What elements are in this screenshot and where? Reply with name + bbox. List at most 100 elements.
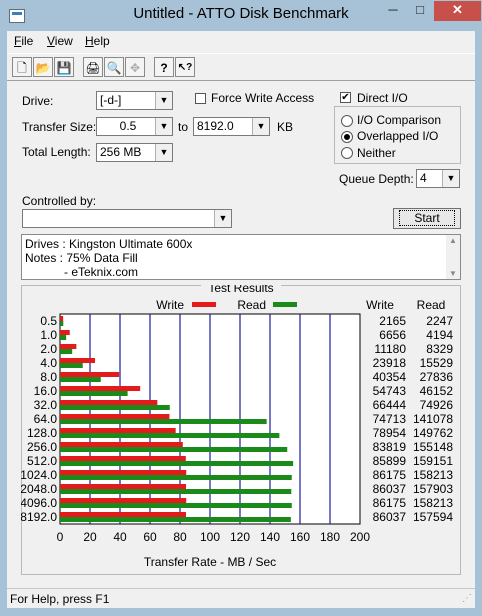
read-value: 15529	[420, 356, 454, 370]
context-help-button[interactable]: ↖?	[175, 57, 195, 77]
read-value: 157903	[413, 482, 453, 496]
x-tick-label: 80	[173, 530, 187, 544]
status-text: For Help, press F1	[10, 592, 110, 606]
help-button[interactable]: ?	[154, 57, 174, 77]
chevron-down-icon: ▼	[252, 118, 269, 135]
x-tick-label: 140	[260, 530, 280, 544]
transfer-size-from-select[interactable]: 0.5 ▼	[96, 117, 173, 136]
total-length-value: 256 MB	[100, 145, 142, 159]
notes-line-drives: Drives : Kingston Ultimate 600x	[25, 237, 193, 251]
total-length-select[interactable]: 256 MB ▼	[96, 143, 173, 162]
write-bar	[60, 498, 187, 503]
menu-file[interactable]: File	[14, 34, 33, 48]
start-label: Start	[399, 210, 455, 226]
write-value: 11180	[374, 342, 406, 356]
transfer-from-value: 0.5	[119, 119, 137, 133]
read-bar	[60, 503, 292, 508]
read-value: 149762	[413, 426, 453, 440]
x-tick-label: 100	[200, 530, 220, 544]
x-tick-label: 120	[230, 530, 250, 544]
save-button[interactable]: 💾	[54, 57, 74, 77]
y-tick-label: 2.0	[40, 342, 57, 356]
drive-label: Drive:	[22, 94, 54, 108]
write-value: 86175	[373, 468, 407, 482]
neither-radio[interactable]	[341, 147, 353, 159]
overlapped-io-radio[interactable]	[341, 131, 353, 143]
chevron-down-icon: ▼	[155, 118, 172, 135]
notes-textarea[interactable]: Drives : Kingston Ultimate 600x Notes : …	[21, 234, 461, 280]
resize-grip-icon[interactable]: ⋰	[462, 593, 472, 604]
read-value: 46152	[420, 384, 454, 398]
y-tick-label: 128.0	[27, 426, 57, 440]
read-bar	[60, 321, 64, 326]
client-area: File View Help 🗋 📂 💾 🖨 🔍 ✥ ? ↖? Drive: […	[7, 31, 475, 608]
write-value: 86037	[373, 510, 407, 524]
open-button[interactable]: 📂	[33, 57, 53, 77]
results-chart: Test Results Write Read Write Read Trans…	[21, 285, 454, 569]
open-icon: 📂	[35, 61, 51, 75]
write-value: 78954	[373, 426, 407, 440]
transfer-size-to-select[interactable]: 8192.0 ▼	[193, 117, 270, 136]
write-bar	[60, 372, 120, 377]
io-comparison-radio[interactable]	[341, 115, 353, 127]
read-bar	[60, 363, 83, 368]
title-bar: Untitled - ATTO Disk Benchmark ─ □ ✕	[0, 0, 482, 31]
menu-view[interactable]: View	[47, 34, 73, 48]
controlled-by-select[interactable]: ▼	[22, 209, 232, 228]
read-bar	[60, 405, 170, 410]
read-bar	[60, 447, 288, 452]
notes-line-site: - eTeknix.com	[64, 265, 139, 279]
close-button[interactable]: ✕	[434, 1, 481, 21]
chevron-down-icon: ▼	[155, 144, 172, 161]
results-title: Test Results	[208, 285, 273, 295]
toolbar: 🗋 📂 💾 🖨 🔍 ✥ ? ↖?	[7, 53, 475, 81]
move-button[interactable]: ✥	[125, 57, 145, 77]
direct-io-checkbox[interactable]: ✔	[340, 92, 351, 103]
y-tick-label: 0.5	[40, 314, 57, 328]
write-value: 6656	[379, 328, 406, 342]
notes-line-notes: Notes : 75% Data Fill	[25, 251, 138, 265]
context-help-icon: ↖?	[177, 62, 193, 73]
start-button[interactable]: Start	[393, 208, 461, 229]
write-bar	[60, 470, 187, 475]
print-preview-button[interactable]: 🔍	[104, 57, 124, 77]
read-bar	[60, 433, 280, 438]
new-icon: 🗋	[17, 61, 27, 75]
write-bar	[60, 400, 158, 405]
chevron-down-icon: ▼	[442, 170, 459, 187]
y-tick-label: 16.0	[34, 384, 58, 398]
write-bar	[60, 344, 77, 349]
force-write-checkbox[interactable]	[195, 93, 206, 104]
new-button[interactable]: 🗋	[12, 57, 32, 77]
y-tick-label: 4096.0	[21, 496, 57, 510]
read-bar	[60, 377, 101, 382]
print-button[interactable]: 🖨	[83, 57, 103, 77]
queue-depth-select[interactable]: 4 ▼	[416, 169, 460, 188]
y-tick-label: 64.0	[34, 412, 58, 426]
read-bar	[60, 475, 292, 480]
print-icon: 🖨	[85, 61, 101, 75]
x-tick-label: 0	[57, 530, 64, 544]
maximize-button[interactable]: □	[407, 1, 433, 21]
read-value: 74926	[420, 398, 454, 412]
drive-select[interactable]: [-d-] ▼	[96, 91, 173, 110]
write-bar	[60, 442, 183, 447]
y-tick-label: 512.0	[27, 454, 57, 468]
notes-scrollbar[interactable]: ▲ ▼	[446, 235, 460, 279]
drive-value: [-d-]	[100, 93, 122, 107]
write-bar	[60, 428, 176, 433]
write-column-header: Write	[366, 298, 394, 312]
read-bar	[60, 335, 67, 340]
write-value: 86037	[373, 482, 407, 496]
read-value: 8329	[426, 342, 453, 356]
read-value: 158213	[413, 496, 453, 510]
read-value: 141078	[413, 412, 453, 426]
force-write-label: Force Write Access	[211, 91, 315, 105]
y-tick-label: 32.0	[34, 398, 58, 412]
write-bar	[60, 386, 141, 391]
minimize-button[interactable]: ─	[380, 1, 406, 21]
x-tick-label: 200	[350, 530, 370, 544]
menu-help[interactable]: Help	[85, 34, 110, 48]
write-bar	[60, 484, 187, 489]
read-value: 155148	[413, 440, 453, 454]
